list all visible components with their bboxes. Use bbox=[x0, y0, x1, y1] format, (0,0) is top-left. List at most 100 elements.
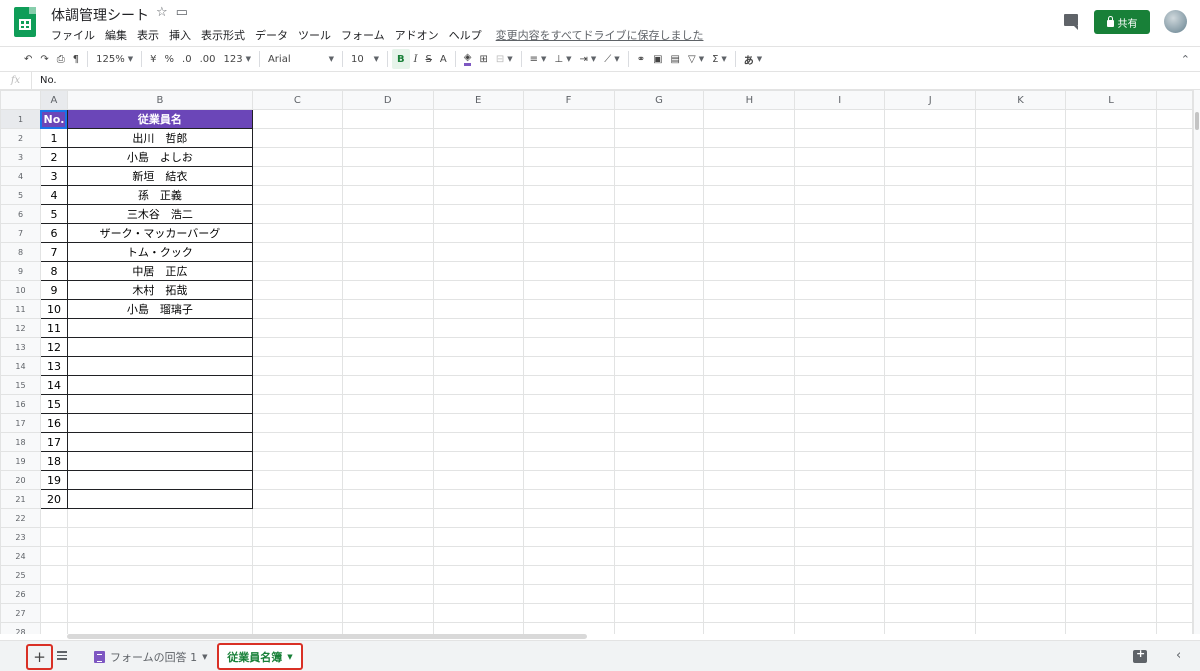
row-header[interactable]: 22 bbox=[0, 508, 41, 528]
cell[interactable] bbox=[975, 337, 1067, 357]
text-wrap-icon[interactable]: ⇥ ▼ bbox=[576, 49, 601, 69]
cell[interactable] bbox=[884, 299, 977, 319]
row-header[interactable]: 26 bbox=[0, 584, 41, 604]
cell[interactable] bbox=[975, 527, 1067, 547]
cell[interactable] bbox=[251, 394, 343, 414]
cell[interactable] bbox=[251, 242, 343, 262]
row-header[interactable]: 14 bbox=[0, 356, 41, 376]
cell[interactable] bbox=[703, 603, 796, 623]
cell[interactable] bbox=[1155, 356, 1193, 376]
cell[interactable] bbox=[613, 337, 705, 357]
cell[interactable] bbox=[703, 470, 796, 490]
cell[interactable] bbox=[884, 508, 977, 528]
cell[interactable] bbox=[794, 128, 886, 148]
cell[interactable] bbox=[884, 565, 977, 585]
cell[interactable] bbox=[39, 508, 68, 528]
move-folder-icon[interactable]: ▭ bbox=[176, 5, 188, 20]
cell[interactable] bbox=[703, 375, 796, 395]
row-header[interactable]: 10 bbox=[0, 280, 41, 300]
cell[interactable] bbox=[432, 185, 524, 205]
cell[interactable] bbox=[1065, 508, 1157, 528]
cell[interactable] bbox=[613, 299, 705, 319]
cell[interactable] bbox=[613, 394, 705, 414]
cell[interactable] bbox=[613, 318, 705, 338]
cell-no[interactable]: 6 bbox=[39, 223, 68, 243]
row-header[interactable]: 12 bbox=[0, 318, 41, 338]
cell[interactable] bbox=[975, 565, 1067, 585]
column-header[interactable]: F bbox=[522, 90, 615, 110]
cell[interactable] bbox=[522, 527, 615, 547]
cell[interactable] bbox=[251, 603, 343, 623]
cell[interactable] bbox=[39, 546, 68, 566]
cell-employee-name[interactable] bbox=[66, 470, 253, 490]
menu-form[interactable]: フォーム bbox=[341, 27, 385, 43]
cell[interactable] bbox=[522, 603, 615, 623]
row-header[interactable]: 7 bbox=[0, 223, 41, 243]
star-icon[interactable]: ☆ bbox=[156, 5, 168, 20]
cell[interactable] bbox=[1155, 375, 1193, 395]
collapse-menu-icon[interactable]: ⌃ bbox=[1181, 53, 1190, 66]
cell[interactable] bbox=[39, 527, 68, 547]
cell[interactable] bbox=[794, 394, 886, 414]
cell[interactable] bbox=[432, 451, 524, 471]
cell[interactable] bbox=[1155, 109, 1193, 129]
cell[interactable] bbox=[884, 280, 977, 300]
cell[interactable] bbox=[522, 223, 615, 243]
cell[interactable] bbox=[251, 546, 343, 566]
cell-no[interactable]: 5 bbox=[39, 204, 68, 224]
formula-input[interactable]: No. bbox=[32, 75, 57, 86]
cell[interactable] bbox=[522, 470, 615, 490]
cell[interactable] bbox=[66, 546, 253, 566]
cell[interactable] bbox=[432, 603, 524, 623]
cell[interactable] bbox=[251, 508, 343, 528]
cell[interactable] bbox=[613, 109, 705, 129]
cell[interactable] bbox=[975, 185, 1067, 205]
select-all-corner[interactable] bbox=[0, 90, 41, 110]
cell[interactable] bbox=[613, 470, 705, 490]
cell[interactable] bbox=[794, 109, 886, 129]
cell[interactable] bbox=[1155, 508, 1193, 528]
cell[interactable] bbox=[884, 622, 977, 634]
account-avatar[interactable] bbox=[1164, 10, 1187, 33]
cell[interactable] bbox=[522, 147, 615, 167]
row-header[interactable]: 1 bbox=[0, 109, 41, 129]
cell[interactable] bbox=[251, 185, 343, 205]
cell[interactable] bbox=[251, 432, 343, 452]
header-cell-employee-name[interactable]: 従業員名 bbox=[66, 109, 253, 129]
cell[interactable] bbox=[522, 622, 615, 634]
cell-no[interactable]: 20 bbox=[39, 489, 68, 509]
cell[interactable] bbox=[794, 356, 886, 376]
cell[interactable] bbox=[522, 375, 615, 395]
menu-file[interactable]: ファイル bbox=[51, 27, 95, 43]
cell[interactable] bbox=[251, 451, 343, 471]
cell[interactable] bbox=[884, 546, 977, 566]
paint-format-icon[interactable]: ¶ bbox=[69, 49, 83, 69]
cell[interactable] bbox=[703, 394, 796, 414]
print-icon[interactable]: ⎙ bbox=[53, 49, 69, 69]
cell[interactable] bbox=[884, 166, 977, 186]
cell[interactable] bbox=[1065, 451, 1157, 471]
column-header[interactable]: A bbox=[39, 90, 68, 110]
cell[interactable] bbox=[522, 280, 615, 300]
cell[interactable] bbox=[884, 413, 977, 433]
cell-employee-name[interactable]: 新垣 結衣 bbox=[66, 166, 253, 186]
cell-employee-name[interactable] bbox=[66, 318, 253, 338]
cell[interactable] bbox=[432, 375, 524, 395]
cell[interactable] bbox=[251, 223, 343, 243]
comments-icon[interactable] bbox=[1064, 14, 1078, 30]
undo-icon[interactable]: ↶ bbox=[20, 49, 36, 69]
cell-no[interactable]: 14 bbox=[39, 375, 68, 395]
cell[interactable] bbox=[432, 261, 524, 281]
cell[interactable] bbox=[1065, 223, 1157, 243]
cell[interactable] bbox=[794, 147, 886, 167]
cell[interactable] bbox=[1155, 489, 1193, 509]
cell[interactable] bbox=[1065, 280, 1157, 300]
cell[interactable] bbox=[251, 128, 343, 148]
sheet-tab-form-responses[interactable]: フォームの回答 1 ▼ bbox=[86, 643, 216, 670]
cell[interactable] bbox=[703, 413, 796, 433]
cell[interactable] bbox=[794, 622, 886, 634]
row-header[interactable]: 11 bbox=[0, 299, 41, 319]
cell[interactable] bbox=[66, 527, 253, 547]
currency-format-button[interactable]: ¥ bbox=[146, 49, 160, 69]
cell[interactable] bbox=[522, 546, 615, 566]
